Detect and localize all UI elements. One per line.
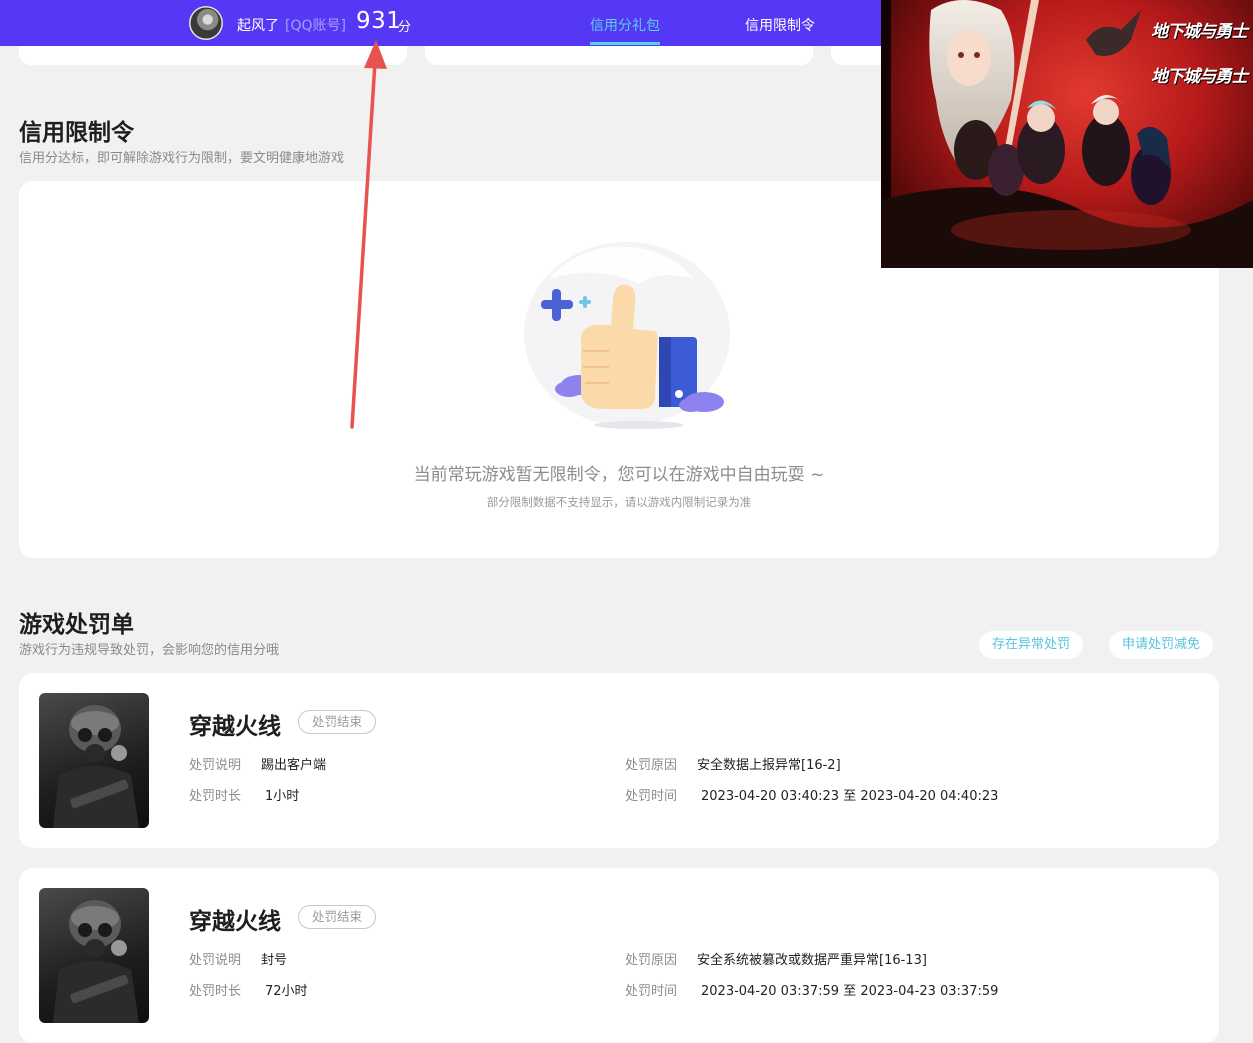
duration-value: 72小时 bbox=[265, 984, 308, 999]
active-tab-indicator bbox=[590, 42, 660, 45]
description-label: 处罚说明 bbox=[189, 758, 242, 773]
game-thumbnail bbox=[39, 888, 149, 1023]
soldier-gasmask-image bbox=[53, 705, 139, 828]
punishment-record: 穿越火线 处罚结束 处罚说明 踢出客户端 处罚时长 1小时 处罚原因 安全数据上… bbox=[19, 673, 1219, 848]
time-label: 处罚时间 bbox=[625, 984, 678, 999]
duration-label: 处罚时长 bbox=[189, 984, 242, 999]
game-ad-overlay[interactable]: 地下城与勇士 地下城与勇士 bbox=[881, 0, 1253, 268]
time-value: 2023-04-20 03:40:23 至 2023-04-20 04:40:2… bbox=[701, 789, 999, 804]
reason-value: 安全数据上报异常[16-2] bbox=[697, 758, 841, 773]
game-thumbnail bbox=[39, 693, 149, 828]
punishment-section-subtitle: 游戏行为违规导致处罚，会影响您的信用分哦 bbox=[19, 643, 280, 658]
description-value: 封号 bbox=[261, 953, 288, 968]
game-logo-text: 地下城与勇士 bbox=[1151, 22, 1248, 42]
soldier-gasmask-image bbox=[53, 900, 139, 1023]
punishment-section-title: 游戏处罚单 bbox=[19, 612, 134, 638]
punishment-status-badge: 处罚结束 bbox=[298, 905, 377, 929]
game-name: 穿越火线 bbox=[189, 909, 281, 935]
reason-value: 安全系统被篡改或数据严重异常[16-13] bbox=[697, 953, 927, 968]
tab-credit-restriction[interactable]: 信用限制令 bbox=[745, 15, 815, 35]
time-label: 处罚时间 bbox=[625, 789, 678, 804]
punishment-record: 穿越火线 处罚结束 处罚说明 封号 处罚时长 72小时 处罚原因 安全系统被篡改… bbox=[19, 868, 1219, 1043]
username: 起风了 bbox=[237, 18, 279, 34]
apply-reduction-button[interactable]: 申请处罚减免 bbox=[1109, 631, 1214, 659]
duration-value: 1小时 bbox=[265, 789, 300, 804]
game-name: 穿越火线 bbox=[189, 714, 281, 740]
description-label: 处罚说明 bbox=[189, 953, 242, 968]
empty-restriction-message: 当前常玩游戏暂无限制令，您可以在游戏中自由玩耍 ~ bbox=[413, 465, 825, 485]
duration-label: 处罚时长 bbox=[189, 789, 242, 804]
empty-restriction-note: 部分限制数据不支持显示，请以游戏内限制记录为准 bbox=[486, 495, 752, 509]
game-logo-text: 地下城与勇士 bbox=[1151, 67, 1248, 87]
avatar[interactable] bbox=[189, 6, 223, 40]
restriction-section-subtitle: 信用分达标，即可解除游戏行为限制，要文明健康地游戏 bbox=[19, 151, 345, 166]
punishment-status-badge: 处罚结束 bbox=[298, 710, 377, 734]
reason-label: 处罚原因 bbox=[625, 758, 678, 773]
time-value: 2023-04-20 03:37:59 至 2023-04-23 03:37:5… bbox=[701, 984, 999, 999]
tab-credit-gift[interactable]: 信用分礼包 bbox=[590, 15, 660, 35]
abnormal-punishment-button[interactable]: 存在异常处罚 bbox=[979, 631, 1084, 659]
credit-score-unit: 分 bbox=[398, 20, 412, 35]
credit-score: 931 bbox=[356, 8, 402, 34]
thumbs-up-icon bbox=[524, 242, 730, 429]
restriction-section-title: 信用限制令 bbox=[19, 120, 134, 146]
account-type: [QQ账号] bbox=[285, 18, 346, 34]
description-value: 踢出客户端 bbox=[261, 758, 327, 773]
reason-label: 处罚原因 bbox=[625, 953, 678, 968]
